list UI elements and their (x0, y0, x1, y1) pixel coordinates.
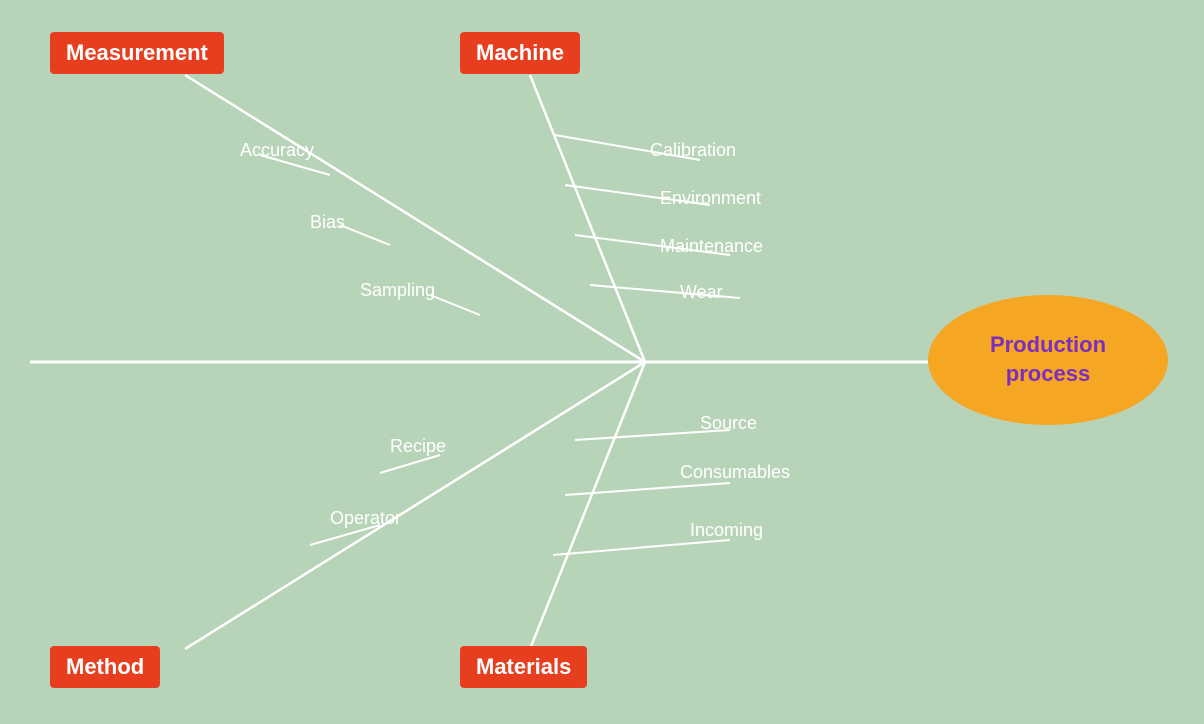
sampling-label: Sampling (360, 280, 435, 301)
measurement-box: Measurement (50, 32, 224, 74)
incoming-label: Incoming (690, 520, 763, 541)
calibration-label: Calibration (650, 140, 736, 161)
maintenance-label: Maintenance (660, 236, 763, 257)
method-box: Method (50, 646, 160, 688)
source-label: Source (700, 413, 757, 434)
machine-box: Machine (460, 32, 580, 74)
accuracy-label: Accuracy (240, 140, 314, 161)
effect-label: Productionprocess (990, 331, 1106, 388)
fishbone-diagram: Measurement Machine Method Materials Acc… (0, 0, 1204, 724)
effect-ellipse: Productionprocess (928, 295, 1168, 425)
operator-label: Operator (330, 508, 401, 529)
wear-label: Wear (680, 282, 723, 303)
recipe-label: Recipe (390, 436, 446, 457)
materials-box: Materials (460, 646, 587, 688)
environment-label: Environment (660, 188, 761, 209)
bias-label: Bias (310, 212, 345, 233)
consumables-label: Consumables (680, 462, 790, 483)
